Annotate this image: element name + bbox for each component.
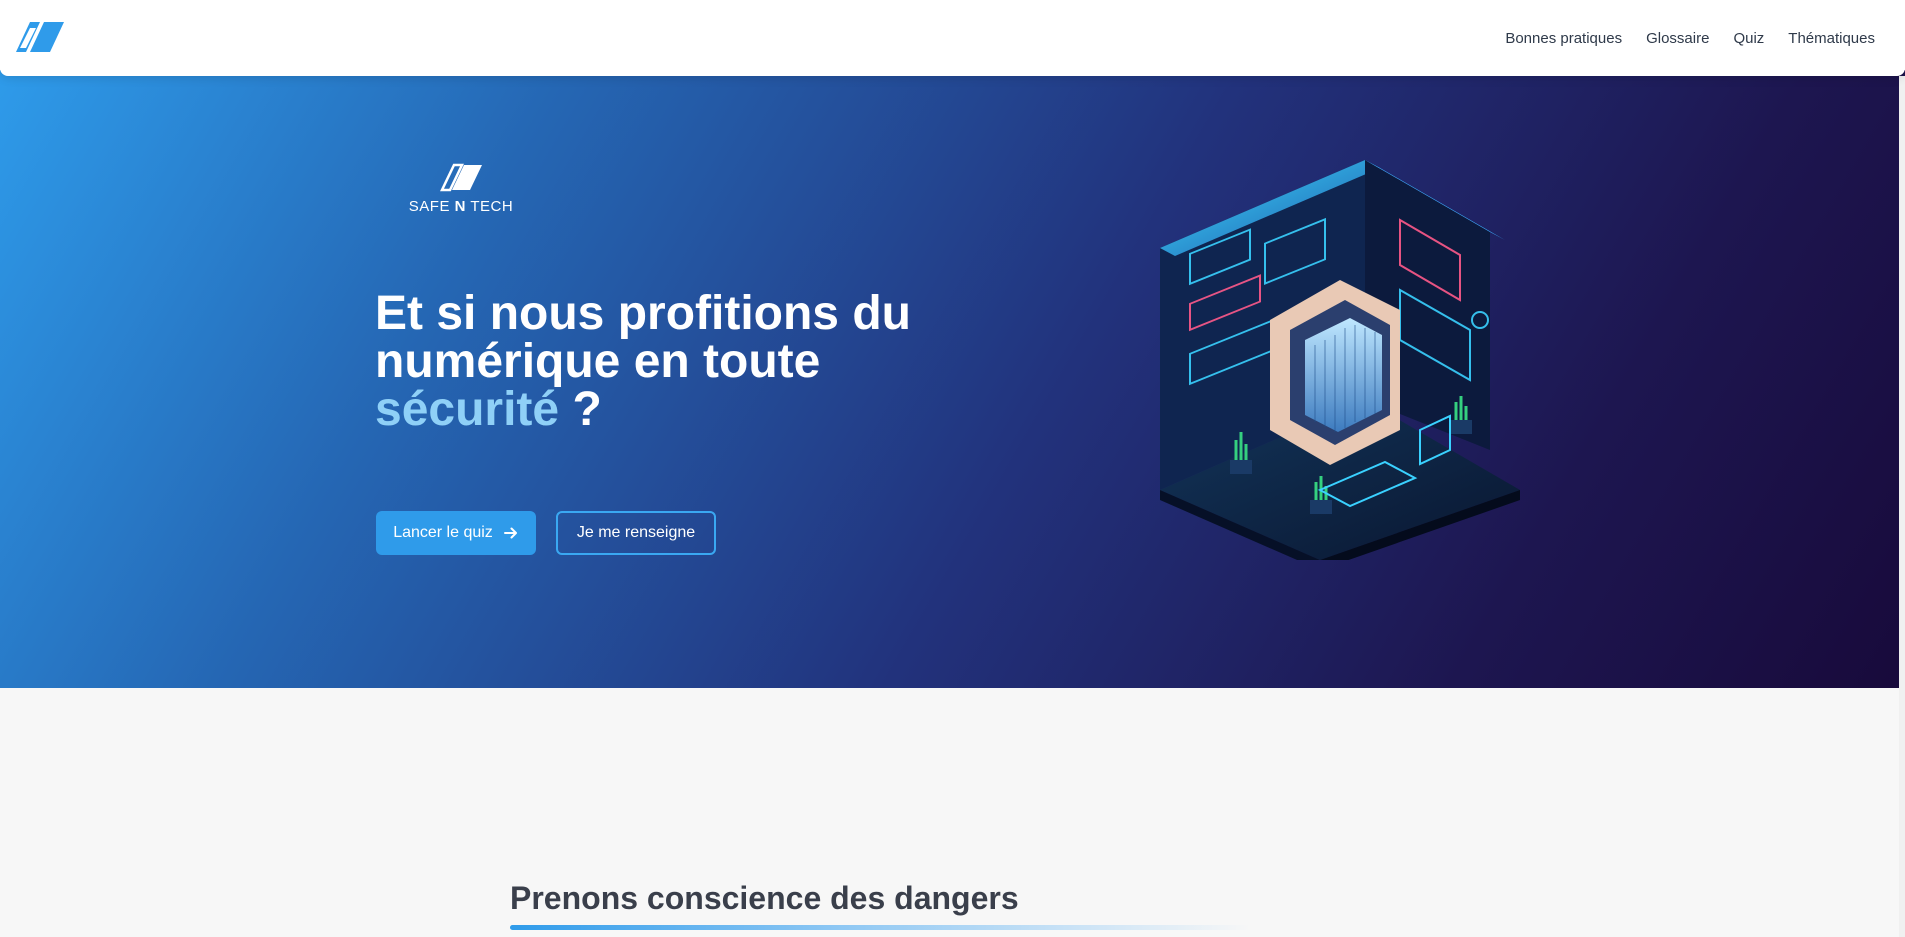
safe-n-tech-logo-icon[interactable] [14, 18, 66, 56]
learn-more-button[interactable]: Je me renseigne [556, 511, 716, 555]
main-nav: Bonnes pratiques Glossaire Quiz Thématiq… [1505, 0, 1875, 76]
nav-link-thematiques[interactable]: Thématiques [1788, 30, 1875, 47]
section-title: Prenons conscience des dangers [510, 880, 1019, 916]
site-header: Bonnes pratiques Glossaire Quiz Thématiq… [0, 0, 1905, 76]
nav-link-glossaire[interactable]: Glossaire [1646, 30, 1709, 47]
brand-name: SAFE N TECH [408, 198, 514, 215]
launch-quiz-button[interactable]: Lancer le quiz [376, 511, 536, 555]
launch-quiz-label: Lancer le quiz [393, 524, 493, 541]
nav-link-bonnes-pratiques[interactable]: Bonnes pratiques [1505, 30, 1622, 47]
page-scrollbar[interactable] [1899, 76, 1905, 937]
arrow-right-icon [503, 527, 517, 539]
section-title-underline [510, 925, 1250, 930]
dangers-section: Prenons conscience des dangers [0, 688, 1905, 937]
hero-section: SAFE N TECH Et si nous profitions du num… [0, 70, 1905, 688]
headline-line-1: Et si nous profitions du [375, 287, 911, 340]
headline-suffix: ? [559, 383, 602, 436]
headline-line-2: numérique en toute [375, 335, 821, 388]
brand-logo: SAFE N TECH [405, 162, 517, 215]
headline-accent: sécurité [375, 383, 560, 436]
nav-link-quiz[interactable]: Quiz [1733, 30, 1764, 47]
hero-headline: Et si nous profitions du numérique en to… [375, 290, 995, 434]
learn-more-label: Je me renseigne [576, 524, 696, 541]
safe-n-tech-mark-icon [440, 163, 482, 192]
isometric-server-room-illustration [1160, 160, 1520, 560]
